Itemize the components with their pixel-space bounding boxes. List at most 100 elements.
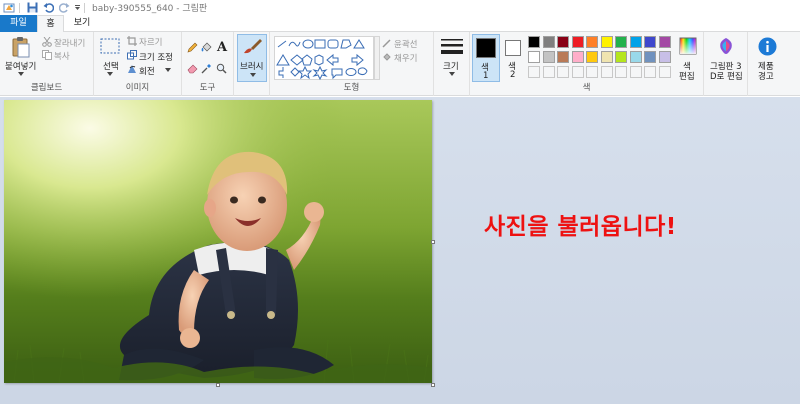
copy-icon[interactable] <box>41 49 52 60</box>
color-swatch[interactable] <box>542 36 555 48</box>
copy-button[interactable]: 복사 <box>54 50 70 62</box>
pencil-icon[interactable] <box>186 41 198 53</box>
tools-group: A 도구 <box>182 32 234 96</box>
color-palette <box>528 36 672 80</box>
color-swatch[interactable] <box>571 36 584 48</box>
colors-group: 색 1 색 2 색 편집 색 <box>470 32 704 96</box>
cut-button[interactable]: 잘라내기 <box>54 37 85 49</box>
rotate-dropdown-icon[interactable] <box>165 67 171 72</box>
outline-icon[interactable] <box>382 38 392 48</box>
rotate-icon[interactable] <box>127 64 137 74</box>
color-swatch[interactable] <box>644 51 656 63</box>
tab-file[interactable]: 파일 <box>0 15 37 32</box>
color-swatch[interactable] <box>586 51 598 63</box>
color1-number: 1 <box>483 71 489 81</box>
brush-icon <box>241 37 263 57</box>
size-dropdown-icon[interactable] <box>448 71 456 77</box>
canvas-message-text: 사진을 불러옵니다! <box>484 214 677 240</box>
custom-color-slot[interactable] <box>658 66 671 78</box>
color-swatch[interactable] <box>644 36 656 48</box>
color-swatch[interactable] <box>557 36 569 48</box>
info-icon[interactable] <box>757 36 777 56</box>
resize-handle-right[interactable] <box>431 240 435 244</box>
color-swatch[interactable] <box>586 36 598 48</box>
custom-color-slot[interactable] <box>600 66 613 78</box>
tab-home[interactable]: 홈 <box>37 15 64 33</box>
paste-icon[interactable] <box>9 36 33 58</box>
color1-button[interactable]: 색 1 <box>472 34 500 82</box>
color-swatch[interactable] <box>658 36 671 48</box>
paste-dropdown-icon[interactable] <box>17 71 25 77</box>
color-swatch[interactable] <box>600 36 613 48</box>
shapes-gallery <box>274 36 375 81</box>
canvas-workspace[interactable]: 사진을 불러옵니다! <box>0 97 800 404</box>
paint-app-icon[interactable] <box>2 1 16 15</box>
custom-color-slot[interactable] <box>629 66 642 78</box>
crop-icon[interactable] <box>127 36 137 46</box>
custom-color-slot[interactable] <box>571 66 584 78</box>
clipboard-group: 붙여넣기 잘라내기 복사 클립보드 <box>0 32 94 96</box>
outline-button[interactable]: 윤곽선 <box>394 38 417 50</box>
save-icon[interactable] <box>25 1 39 15</box>
color2-button[interactable]: 색 2 <box>502 34 526 82</box>
select-dropdown-icon[interactable] <box>106 71 114 77</box>
product-alert-line2[interactable]: 경고 <box>758 70 774 82</box>
color-swatch[interactable] <box>658 51 671 63</box>
color-swatch[interactable] <box>557 51 569 63</box>
color-swatch[interactable] <box>615 51 627 63</box>
shapes-group-label: 도형 <box>343 83 360 93</box>
separator <box>84 2 85 13</box>
shapes-scroll[interactable] <box>374 36 380 80</box>
resize-icon[interactable] <box>127 50 137 60</box>
custom-color-slot[interactable] <box>542 66 555 78</box>
text-tool-icon[interactable]: A <box>215 40 229 55</box>
color1-swatch <box>476 38 496 58</box>
custom-color-slot[interactable] <box>615 66 627 78</box>
brushes-dropdown-icon <box>249 72 257 78</box>
brushes-button[interactable]: 브러시 <box>237 34 267 82</box>
color-swatch[interactable] <box>542 51 555 63</box>
fill-icon[interactable] <box>382 52 392 62</box>
custom-color-slot[interactable] <box>528 66 540 78</box>
paint3d-line2[interactable]: D로 편집 <box>710 70 743 82</box>
color-swatch[interactable] <box>571 51 584 63</box>
edit-colors-icon[interactable] <box>678 36 698 56</box>
custom-color-slot[interactable] <box>557 66 569 78</box>
shapes-gallery-icons[interactable] <box>275 37 375 81</box>
magnifier-icon[interactable] <box>215 62 227 74</box>
color-swatch[interactable] <box>528 36 540 48</box>
paint3d-icon[interactable] <box>716 36 736 56</box>
resize-handle-corner[interactable] <box>431 383 435 387</box>
resize-button[interactable]: 크기 조정 <box>139 51 173 63</box>
size-icon[interactable] <box>440 38 464 56</box>
color-swatch[interactable] <box>615 36 627 48</box>
tab-view[interactable]: 보기 <box>66 15 98 32</box>
color2-number: 2 <box>510 70 516 80</box>
cut-icon[interactable] <box>41 36 52 47</box>
separator <box>19 2 20 13</box>
ribbon: 붙여넣기 잘라내기 복사 클립보드 선택 자르기 크기 조정 회전 이미지 A … <box>0 32 800 96</box>
brushes-label: 브러시 <box>240 62 264 72</box>
clipboard-group-label: 클립보드 <box>30 83 63 93</box>
resize-handle-bottom[interactable] <box>216 383 220 387</box>
custom-color-slot[interactable] <box>644 66 656 78</box>
eraser-icon[interactable] <box>186 62 198 74</box>
color-swatch[interactable] <box>629 36 642 48</box>
image-canvas[interactable] <box>4 100 432 383</box>
customize-quick-access-icon[interactable] <box>73 1 81 15</box>
select-icon[interactable] <box>100 38 120 54</box>
brushes-group: 브러시 <box>234 32 270 96</box>
undo-icon[interactable] <box>41 1 55 15</box>
rotate-button[interactable]: 회전 <box>139 65 155 77</box>
crop-button[interactable]: 자르기 <box>139 36 162 48</box>
color-swatch[interactable] <box>528 51 540 63</box>
redo-icon[interactable] <box>57 1 71 15</box>
title-bar: baby-390555_640 - 그림판 <box>0 0 800 15</box>
color-picker-icon[interactable] <box>200 62 212 74</box>
ribbon-tabs: 파일 홈 보기 <box>0 15 800 33</box>
custom-color-slot[interactable] <box>586 66 598 78</box>
fill-button[interactable]: 채우기 <box>394 52 417 64</box>
fill-bucket-icon[interactable] <box>200 41 212 53</box>
color-swatch[interactable] <box>600 51 613 63</box>
color-swatch[interactable] <box>629 51 642 63</box>
